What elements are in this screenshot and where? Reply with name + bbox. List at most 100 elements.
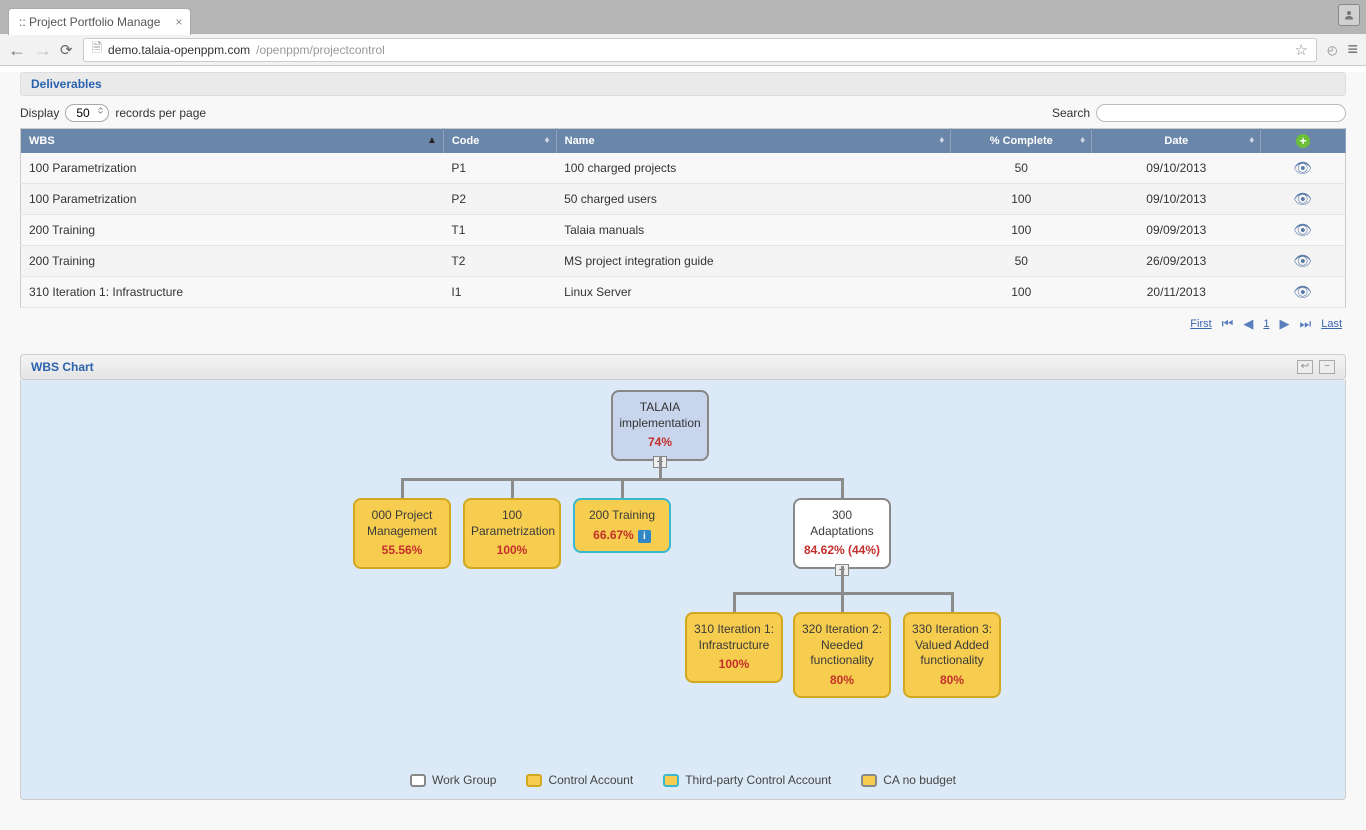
node-pct: 100% xyxy=(693,657,775,673)
col-header-name[interactable]: Name♦ xyxy=(556,129,951,154)
node-label: 100 Parametrization xyxy=(471,508,553,539)
add-icon[interactable]: + xyxy=(1296,134,1310,148)
back-button[interactable]: ← xyxy=(8,41,26,59)
page-number[interactable]: 1 xyxy=(1263,318,1269,330)
page-first-arrow-icon[interactable]: ⏮ xyxy=(1222,316,1234,332)
cell-date: 09/09/2013 xyxy=(1092,215,1261,246)
connector xyxy=(511,478,514,498)
cell-wbs: 100 Parametrization xyxy=(21,184,444,215)
page-last[interactable]: Last xyxy=(1321,318,1342,330)
wbs-node[interactable]: 300 Adaptations 84.62% (44%) − xyxy=(793,498,891,569)
forward-button[interactable]: → xyxy=(34,41,52,59)
table-row: 100 ParametrizationP250 charged users100… xyxy=(21,184,1346,215)
deliverables-table: WBS▲ Code♦ Name♦ % Complete♦ Date♦ + 100… xyxy=(20,128,1346,308)
node-label: 330 Iteration 3: Valued Added functional… xyxy=(911,622,993,669)
table-row: 200 TrainingT1Talaia manuals10009/09/201… xyxy=(21,215,1346,246)
page-next-icon[interactable]: ▶ xyxy=(1280,316,1290,332)
menu-icon[interactable]: ≡ xyxy=(1347,39,1358,60)
browser-tab[interactable]: :: Project Portfolio Manage × xyxy=(8,8,191,35)
close-icon[interactable]: × xyxy=(175,15,182,29)
cell-name: Talaia manuals xyxy=(556,215,951,246)
search-input[interactable] xyxy=(1096,104,1346,122)
node-pct: 66.67%i xyxy=(581,528,663,544)
cell-name: MS project integration guide xyxy=(556,246,951,277)
cell-date: 09/10/2013 xyxy=(1092,184,1261,215)
cell-date: 20/11/2013 xyxy=(1092,277,1261,308)
search-label: Search xyxy=(1052,106,1090,120)
table-row: 310 Iteration 1: InfrastructureI1Linux S… xyxy=(21,277,1346,308)
cell-code: T1 xyxy=(443,215,556,246)
legend-label: Control Account xyxy=(548,773,633,787)
address-bar[interactable]: 🗎 demo.talaia-openppm.com/openppm/projec… xyxy=(83,38,1317,62)
cell-name: Linux Server xyxy=(556,277,951,308)
collapse-panel-icon[interactable]: − xyxy=(1319,360,1335,374)
display-label: Display xyxy=(20,106,59,120)
cell-actions: 👁 xyxy=(1261,184,1346,215)
view-icon[interactable]: 👁 xyxy=(1293,253,1312,270)
legend-label: Work Group xyxy=(432,773,496,787)
col-header-pct[interactable]: % Complete♦ xyxy=(951,129,1092,154)
table-row: 100 ParametrizationP1100 charged project… xyxy=(21,153,1346,184)
cell-pct: 50 xyxy=(951,153,1092,184)
wbs-node[interactable]: 100 Parametrization 100% xyxy=(463,498,561,569)
page-first[interactable]: First xyxy=(1190,318,1211,330)
wbs-panel-title: WBS Chart xyxy=(31,360,94,374)
wbs-node[interactable]: 000 Project Management 55.56% xyxy=(353,498,451,569)
page-prev-icon[interactable]: ◀ xyxy=(1243,316,1253,332)
cell-pct: 50 xyxy=(951,246,1092,277)
wbs-node[interactable]: 330 Iteration 3: Valued Added functional… xyxy=(903,612,1001,698)
cell-code: P2 xyxy=(443,184,556,215)
node-label: 320 Iteration 2: Needed functionality xyxy=(801,622,883,669)
cell-code: P1 xyxy=(443,153,556,184)
bookmark-icon[interactable]: ☆ xyxy=(1295,41,1308,59)
extension-icon[interactable]: ◴ xyxy=(1327,43,1337,57)
swatch-control xyxy=(526,774,542,787)
node-label: TALAIA implementation xyxy=(619,400,701,431)
view-icon[interactable]: 👁 xyxy=(1293,191,1312,208)
reload-button[interactable]: ⟳ xyxy=(60,41,73,59)
swatch-workgroup xyxy=(410,774,426,787)
cell-actions: 👁 xyxy=(1261,215,1346,246)
wbs-canvas: TALAIA implementation 74% − 000 Project … xyxy=(20,380,1346,800)
node-pct: 55.56% xyxy=(361,543,443,559)
table-row: 200 TrainingT2MS project integration gui… xyxy=(21,246,1346,277)
cell-pct: 100 xyxy=(951,184,1092,215)
cell-name: 100 charged projects xyxy=(556,153,951,184)
wbs-node[interactable]: 200 Training 66.67%i xyxy=(573,498,671,553)
page-size-select[interactable]: 50 xyxy=(65,104,109,122)
node-label: 300 Adaptations xyxy=(801,508,883,539)
col-header-date[interactable]: Date♦ xyxy=(1092,129,1261,154)
swatch-third-party xyxy=(663,774,679,787)
legend: Work Group Control Account Third-party C… xyxy=(21,755,1345,793)
wbs-node[interactable]: 320 Iteration 2: Needed functionality 80… xyxy=(793,612,891,698)
view-icon[interactable]: 👁 xyxy=(1293,222,1312,239)
cell-pct: 100 xyxy=(951,215,1092,246)
cell-name: 50 charged users xyxy=(556,184,951,215)
cell-date: 26/09/2013 xyxy=(1092,246,1261,277)
node-pct: 74% xyxy=(619,435,701,451)
legend-label: Third-party Control Account xyxy=(685,773,831,787)
col-header-wbs[interactable]: WBS▲ xyxy=(21,129,444,154)
profile-button[interactable] xyxy=(1338,4,1360,26)
info-icon[interactable]: i xyxy=(638,530,651,543)
cell-wbs: 100 Parametrization xyxy=(21,153,444,184)
tab-title: :: Project Portfolio Manage xyxy=(19,15,160,29)
connector xyxy=(841,592,844,612)
node-pct: 84.62% (44%) xyxy=(801,543,883,559)
view-icon[interactable]: 👁 xyxy=(1293,160,1312,177)
page-last-arrow-icon[interactable]: ⏭ xyxy=(1300,316,1312,332)
cell-wbs: 200 Training xyxy=(21,215,444,246)
wbs-node-root[interactable]: TALAIA implementation 74% − xyxy=(611,390,709,461)
export-icon[interactable]: ↩ xyxy=(1297,360,1313,374)
cell-code: T2 xyxy=(443,246,556,277)
section-title-deliverables: Deliverables xyxy=(20,72,1346,96)
cell-date: 09/10/2013 xyxy=(1092,153,1261,184)
node-label: 000 Project Management xyxy=(361,508,443,539)
wbs-node[interactable]: 310 Iteration 1: Infrastructure 100% xyxy=(685,612,783,683)
url-path: /openppm/projectcontrol xyxy=(256,43,385,57)
connector xyxy=(733,592,736,612)
browser-tab-strip: :: Project Portfolio Manage × xyxy=(0,0,1366,34)
wbs-panel-header: WBS Chart ↩ − xyxy=(20,354,1346,380)
view-icon[interactable]: 👁 xyxy=(1293,284,1312,301)
col-header-code[interactable]: Code♦ xyxy=(443,129,556,154)
